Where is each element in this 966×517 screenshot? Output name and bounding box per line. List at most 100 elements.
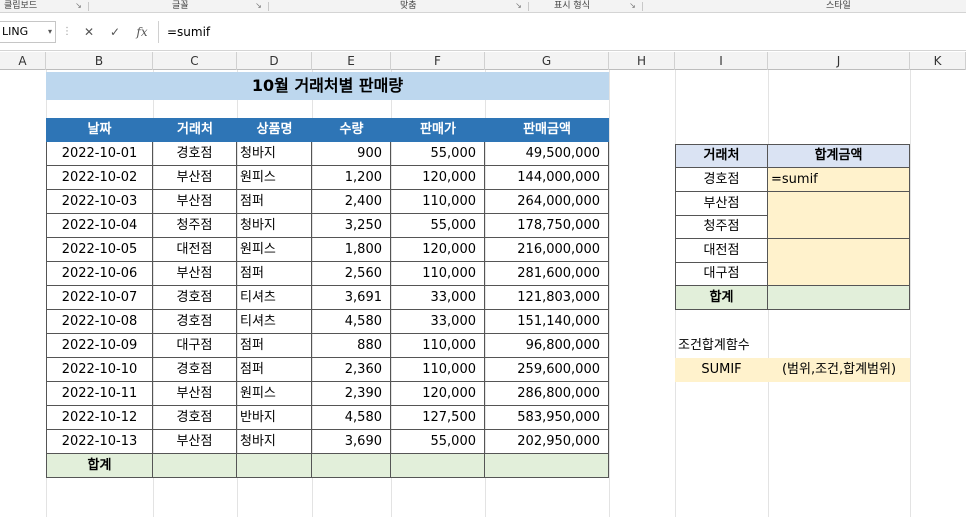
column-header-F[interactable]: F [391, 52, 485, 70]
chevron-down-icon[interactable]: ▾ [48, 22, 52, 42]
cell-amount[interactable]: 259,600,000 [485, 358, 609, 382]
cell-quantity[interactable]: 900 [312, 142, 391, 166]
cell-product[interactable]: 티셔츠 [237, 310, 312, 334]
worksheet-grid[interactable]: 10월 거래처별 판매량 날짜 거래처 상품명 수량 판매가 판매금액 2022… [0, 70, 966, 517]
cell-amount[interactable]: 151,140,000 [485, 310, 609, 334]
table-header-amount[interactable]: 판매금액 [485, 118, 609, 142]
summary-client[interactable]: 경호점 [675, 168, 768, 192]
cell-date[interactable]: 2022-10-05 [46, 238, 153, 262]
table-total-cell[interactable] [237, 454, 312, 478]
table-header-date[interactable]: 날짜 [46, 118, 153, 142]
table-header-product[interactable]: 상품명 [237, 118, 312, 142]
cell-price[interactable]: 110,000 [391, 358, 485, 382]
cell-client[interactable]: 부산점 [153, 430, 237, 454]
cell-price[interactable]: 110,000 [391, 190, 485, 214]
cell-date[interactable]: 2022-10-10 [46, 358, 153, 382]
cell-product[interactable]: 청바지 [237, 214, 312, 238]
column-header-D[interactable]: D [237, 52, 312, 70]
cell-date[interactable]: 2022-10-08 [46, 310, 153, 334]
enter-icon[interactable]: ✓ [106, 21, 124, 43]
summary-header-amount[interactable]: 합계금액 [768, 144, 910, 168]
cell-amount[interactable]: 144,000,000 [485, 166, 609, 190]
cell-client[interactable]: 대구점 [153, 334, 237, 358]
cell-price[interactable]: 120,000 [391, 382, 485, 406]
cell-product[interactable]: 원피스 [237, 238, 312, 262]
cell-product[interactable]: 청바지 [237, 430, 312, 454]
cell-product[interactable]: 반바지 [237, 406, 312, 430]
cell-amount[interactable]: 281,600,000 [485, 262, 609, 286]
column-header-K[interactable]: K [910, 52, 966, 70]
cell-amount[interactable]: 202,950,000 [485, 430, 609, 454]
table-header-price[interactable]: 판매가 [391, 118, 485, 142]
summary-amount[interactable] [768, 215, 910, 240]
cell-product[interactable]: 점퍼 [237, 190, 312, 214]
cell-client[interactable]: 경호점 [153, 310, 237, 334]
cell-quantity[interactable]: 2,360 [312, 358, 391, 382]
clipboard-dialog-launcher-icon[interactable]: ↘ [74, 1, 83, 10]
cell-price[interactable]: 55,000 [391, 142, 485, 166]
cell-client[interactable]: 경호점 [153, 406, 237, 430]
font-dialog-launcher-icon[interactable]: ↘ [254, 1, 263, 10]
cell-client[interactable]: 경호점 [153, 358, 237, 382]
cell-price[interactable]: 33,000 [391, 310, 485, 334]
cell-price[interactable]: 33,000 [391, 286, 485, 310]
table-total-label[interactable]: 합계 [46, 454, 153, 478]
cell-product[interactable]: 점퍼 [237, 358, 312, 382]
insert-function-icon[interactable]: fx [132, 21, 152, 43]
column-header-J[interactable]: J [768, 52, 910, 70]
sheet-title[interactable]: 10월 거래처별 판매량 [46, 72, 609, 100]
cell-amount[interactable]: 49,500,000 [485, 142, 609, 166]
table-total-cell[interactable] [485, 454, 609, 478]
summary-client[interactable]: 대구점 [675, 262, 768, 287]
summary-header-client[interactable]: 거래처 [675, 144, 768, 168]
cell-amount[interactable]: 178,750,000 [485, 214, 609, 238]
column-header-A[interactable]: A [0, 52, 46, 70]
cell-date[interactable]: 2022-10-04 [46, 214, 153, 238]
cell-client[interactable]: 부산점 [153, 262, 237, 286]
summary-client[interactable]: 부산점 [675, 191, 768, 216]
cell-amount[interactable]: 583,950,000 [485, 406, 609, 430]
formula-input[interactable]: =sumif [158, 21, 966, 43]
cell-quantity[interactable]: 1,200 [312, 166, 391, 190]
cell-product[interactable]: 원피스 [237, 166, 312, 190]
cell-quantity[interactable]: 2,560 [312, 262, 391, 286]
summary-amount[interactable]: =sumif [768, 168, 910, 192]
column-header-I[interactable]: I [675, 52, 768, 70]
cell-quantity[interactable]: 3,691 [312, 286, 391, 310]
cell-price[interactable]: 127,500 [391, 406, 485, 430]
summary-total-cell[interactable] [768, 286, 910, 310]
cell-product[interactable]: 티셔츠 [237, 286, 312, 310]
cell-price[interactable]: 55,000 [391, 214, 485, 238]
cell-client[interactable]: 청주점 [153, 214, 237, 238]
table-total-cell[interactable] [153, 454, 237, 478]
summary-amount[interactable] [768, 262, 910, 287]
cell-product[interactable]: 원피스 [237, 382, 312, 406]
cell-date[interactable]: 2022-10-13 [46, 430, 153, 454]
cell-date[interactable]: 2022-10-07 [46, 286, 153, 310]
cell-amount[interactable]: 96,800,000 [485, 334, 609, 358]
cell-amount[interactable]: 216,000,000 [485, 238, 609, 262]
cell-product[interactable]: 점퍼 [237, 334, 312, 358]
cell-product[interactable]: 점퍼 [237, 262, 312, 286]
cell-product[interactable]: 청바지 [237, 142, 312, 166]
cell-date[interactable]: 2022-10-02 [46, 166, 153, 190]
cell-client[interactable]: 경호점 [153, 286, 237, 310]
cell-price[interactable]: 110,000 [391, 334, 485, 358]
cell-quantity[interactable]: 4,580 [312, 310, 391, 334]
summary-amount[interactable] [768, 238, 910, 263]
cell-quantity[interactable]: 3,690 [312, 430, 391, 454]
column-header-C[interactable]: C [153, 52, 237, 70]
column-header-E[interactable]: E [312, 52, 391, 70]
column-header-G[interactable]: G [485, 52, 609, 70]
number-dialog-launcher-icon[interactable]: ↘ [628, 1, 637, 10]
column-header-B[interactable]: B [46, 52, 153, 70]
table-total-cell[interactable] [312, 454, 391, 478]
cell-client[interactable]: 부산점 [153, 382, 237, 406]
cell-quantity[interactable]: 2,400 [312, 190, 391, 214]
cell-quantity[interactable]: 1,800 [312, 238, 391, 262]
table-total-cell[interactable] [391, 454, 485, 478]
cell-price[interactable]: 110,000 [391, 262, 485, 286]
cell-quantity[interactable]: 3,250 [312, 214, 391, 238]
cell-client[interactable]: 부산점 [153, 166, 237, 190]
note-label[interactable]: 조건합계함수 [678, 334, 778, 358]
